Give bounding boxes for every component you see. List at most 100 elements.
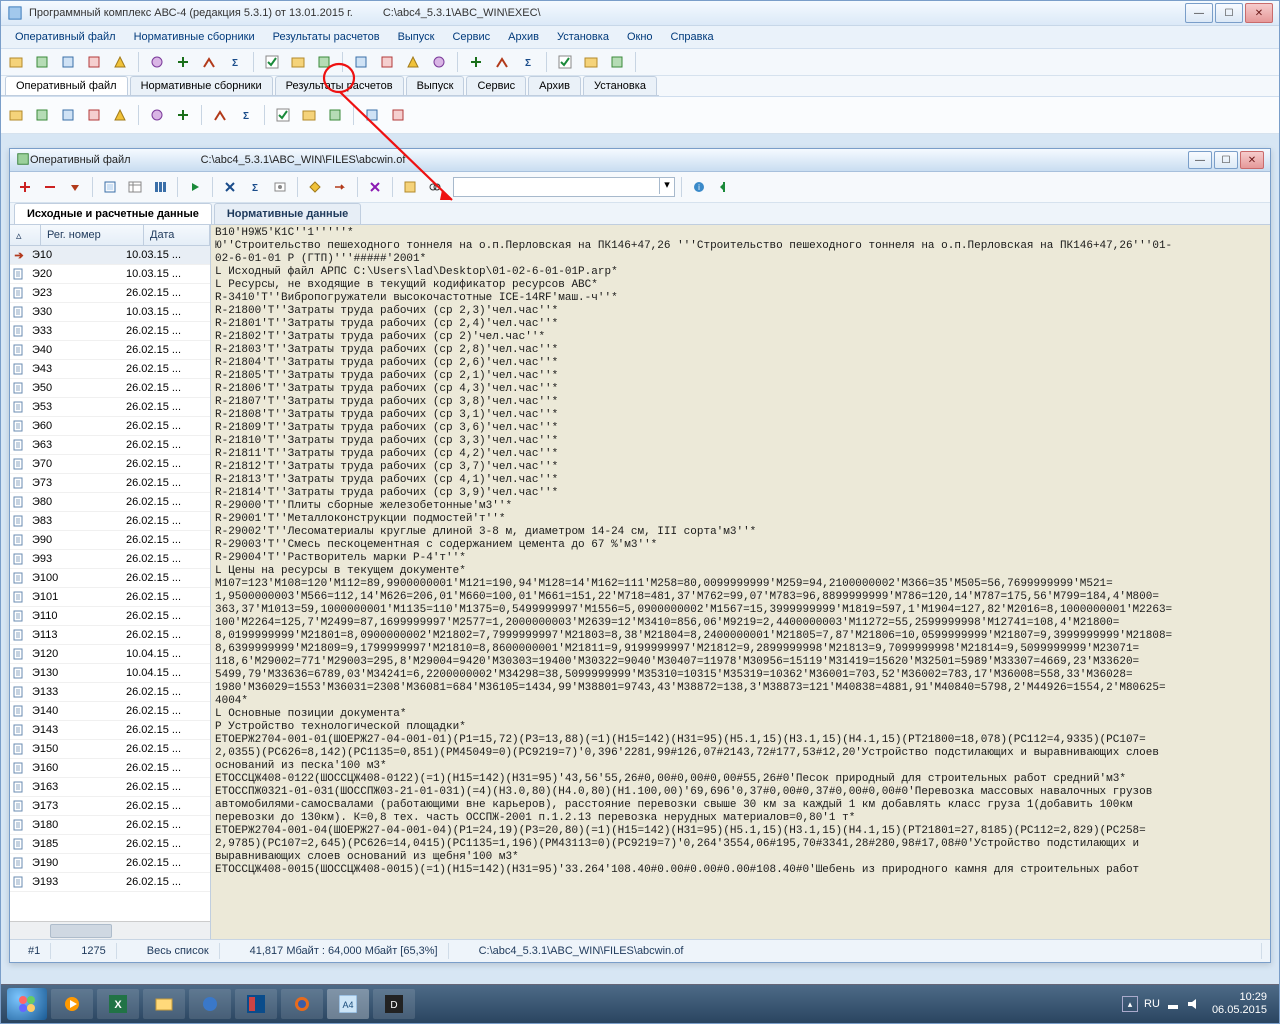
table-row[interactable]: Э3010.03.15 ... [10, 303, 210, 322]
toolbar1-btn-1-2[interactable] [198, 51, 220, 73]
table-row[interactable]: Э10026.02.15 ... [10, 569, 210, 588]
table-row[interactable]: Э13326.02.15 ... [10, 683, 210, 702]
start-button[interactable] [7, 988, 47, 1020]
child-tool-btn-11[interactable] [329, 176, 351, 198]
toolbar2-btn-0[interactable] [5, 104, 27, 126]
child-tool-btn-9[interactable] [269, 176, 291, 198]
toolbar1-btn-0-4[interactable] [109, 51, 131, 73]
menu-item-5[interactable]: Архив [500, 29, 547, 45]
toolbar2-btn-12[interactable] [361, 104, 383, 126]
child-tool-btn-13[interactable] [399, 176, 421, 198]
child-close-button[interactable]: ✕ [1240, 151, 1264, 169]
toolbar1-btn-4-0[interactable] [465, 51, 487, 73]
toolbar1-btn-3-0[interactable] [350, 51, 372, 73]
tray-volume-icon[interactable] [1186, 997, 1200, 1011]
tool-tab-6[interactable]: Установка [583, 76, 657, 95]
child-tool-btn-7[interactable] [219, 176, 241, 198]
table-row[interactable]: Э6326.02.15 ... [10, 436, 210, 455]
table-row[interactable]: Э8026.02.15 ... [10, 493, 210, 512]
menu-item-8[interactable]: Справка [663, 29, 722, 45]
table-row[interactable]: Э6026.02.15 ... [10, 417, 210, 436]
grid-col-date[interactable]: Дата [144, 225, 210, 245]
taskbar-app-abc4[interactable]: A4 [327, 989, 369, 1019]
child-tool-btn-4[interactable] [124, 176, 146, 198]
grid-hscrollbar[interactable] [10, 921, 210, 939]
taskbar-app-excel[interactable]: X [97, 989, 139, 1019]
table-row[interactable]: Э5026.02.15 ... [10, 379, 210, 398]
toolbar1-btn-2-1[interactable] [287, 51, 309, 73]
tray-clock[interactable]: 10:29 06.05.2015 [1206, 991, 1273, 1017]
table-row[interactable]: Э7326.02.15 ... [10, 474, 210, 493]
toolbar1-btn-1-1[interactable] [172, 51, 194, 73]
toolbar1-btn-4-1[interactable] [491, 51, 513, 73]
toolbar2-btn-4[interactable] [109, 104, 131, 126]
child-tool-btn-5[interactable] [149, 176, 171, 198]
child-tool-btn-0[interactable] [14, 176, 36, 198]
menu-item-0[interactable]: Оперативный файл [7, 29, 124, 45]
tool-tab-4[interactable]: Сервис [466, 76, 526, 95]
text-editor-panel[interactable]: В10'Н9Ж5'К1С''1'''''* Ю''Строительство п… [211, 225, 1270, 939]
toolbar1-btn-5-0[interactable] [554, 51, 576, 73]
menu-item-7[interactable]: Окно [619, 29, 661, 45]
table-row[interactable]: Э10126.02.15 ... [10, 588, 210, 607]
toolbar1-btn-5-2[interactable] [606, 51, 628, 73]
table-row[interactable]: Э15026.02.15 ... [10, 740, 210, 759]
toolbar2-btn-10[interactable] [298, 104, 320, 126]
minimize-button[interactable]: — [1185, 3, 1213, 23]
taskbar-app-explorer[interactable] [143, 989, 185, 1019]
grid-expand-icon[interactable]: ▵ [10, 225, 41, 245]
table-row[interactable]: Э8326.02.15 ... [10, 512, 210, 531]
table-row[interactable]: Э14026.02.15 ... [10, 702, 210, 721]
toolbar1-btn-0-0[interactable] [5, 51, 27, 73]
grid-body[interactable]: ➔Э1010.03.15 ...Э2010.03.15 ...Э2326.02.… [10, 246, 210, 921]
table-row[interactable]: Э12010.04.15 ... [10, 645, 210, 664]
toolbar1-btn-1-0[interactable] [146, 51, 168, 73]
tool-tab-2[interactable]: Результаты расчетов [275, 76, 404, 95]
child-tool-btn-2[interactable] [64, 176, 86, 198]
child-maximize-button[interactable]: ☐ [1214, 151, 1238, 169]
tool-tab-1[interactable]: Нормативные сборники [130, 76, 273, 95]
table-row[interactable]: Э7026.02.15 ... [10, 455, 210, 474]
tray-network-icon[interactable] [1166, 997, 1180, 1011]
table-row[interactable]: Э5326.02.15 ... [10, 398, 210, 417]
data-tab-1[interactable]: Нормативные данные [214, 203, 361, 224]
data-tab-0[interactable]: Исходные и расчетные данные [14, 203, 212, 224]
table-row[interactable]: Э19026.02.15 ... [10, 854, 210, 873]
taskbar-app-other[interactable]: D [373, 989, 415, 1019]
toolbar2-btn-3[interactable] [83, 104, 105, 126]
maximize-button[interactable]: ☐ [1215, 3, 1243, 23]
tool-tab-5[interactable]: Архив [528, 76, 581, 95]
toolbar1-btn-5-1[interactable] [580, 51, 602, 73]
toolbar1-btn-2-0[interactable] [261, 51, 283, 73]
table-row[interactable]: ➔Э1010.03.15 ... [10, 246, 210, 265]
table-row[interactable]: Э4026.02.15 ... [10, 341, 210, 360]
child-tool-btn-12[interactable] [364, 176, 386, 198]
tool-tab-3[interactable]: Выпуск [406, 76, 465, 95]
table-row[interactable]: Э19326.02.15 ... [10, 873, 210, 892]
table-row[interactable]: Э2326.02.15 ... [10, 284, 210, 303]
table-row[interactable]: Э9026.02.15 ... [10, 531, 210, 550]
toolbar1-btn-3-2[interactable] [402, 51, 424, 73]
table-row[interactable]: Э2010.03.15 ... [10, 265, 210, 284]
table-row[interactable]: Э3326.02.15 ... [10, 322, 210, 341]
child-tool-btn-8[interactable]: Σ [244, 176, 266, 198]
menu-item-4[interactable]: Сервис [444, 29, 498, 45]
toolbar1-btn-3-3[interactable] [428, 51, 450, 73]
table-row[interactable]: Э14326.02.15 ... [10, 721, 210, 740]
child-tool-btn-1[interactable] [39, 176, 61, 198]
table-row[interactable]: Э18526.02.15 ... [10, 835, 210, 854]
toolbar2-btn-11[interactable] [324, 104, 346, 126]
child-minimize-button[interactable]: — [1188, 151, 1212, 169]
taskbar-app-firefox[interactable] [281, 989, 323, 1019]
table-row[interactable]: Э13010.04.15 ... [10, 664, 210, 683]
toolbar2-btn-9[interactable] [272, 104, 294, 126]
menu-item-6[interactable]: Установка [549, 29, 617, 45]
table-row[interactable]: Э17326.02.15 ... [10, 797, 210, 816]
menu-item-1[interactable]: Нормативные сборники [126, 29, 263, 45]
table-row[interactable]: Э9326.02.15 ... [10, 550, 210, 569]
child-tool-btn-14[interactable] [424, 176, 446, 198]
toolbar1-btn-3-1[interactable] [376, 51, 398, 73]
close-button[interactable]: ✕ [1245, 3, 1273, 23]
toolbar1-btn-1-3[interactable]: Σ [224, 51, 246, 73]
taskbar-app-media[interactable] [51, 989, 93, 1019]
